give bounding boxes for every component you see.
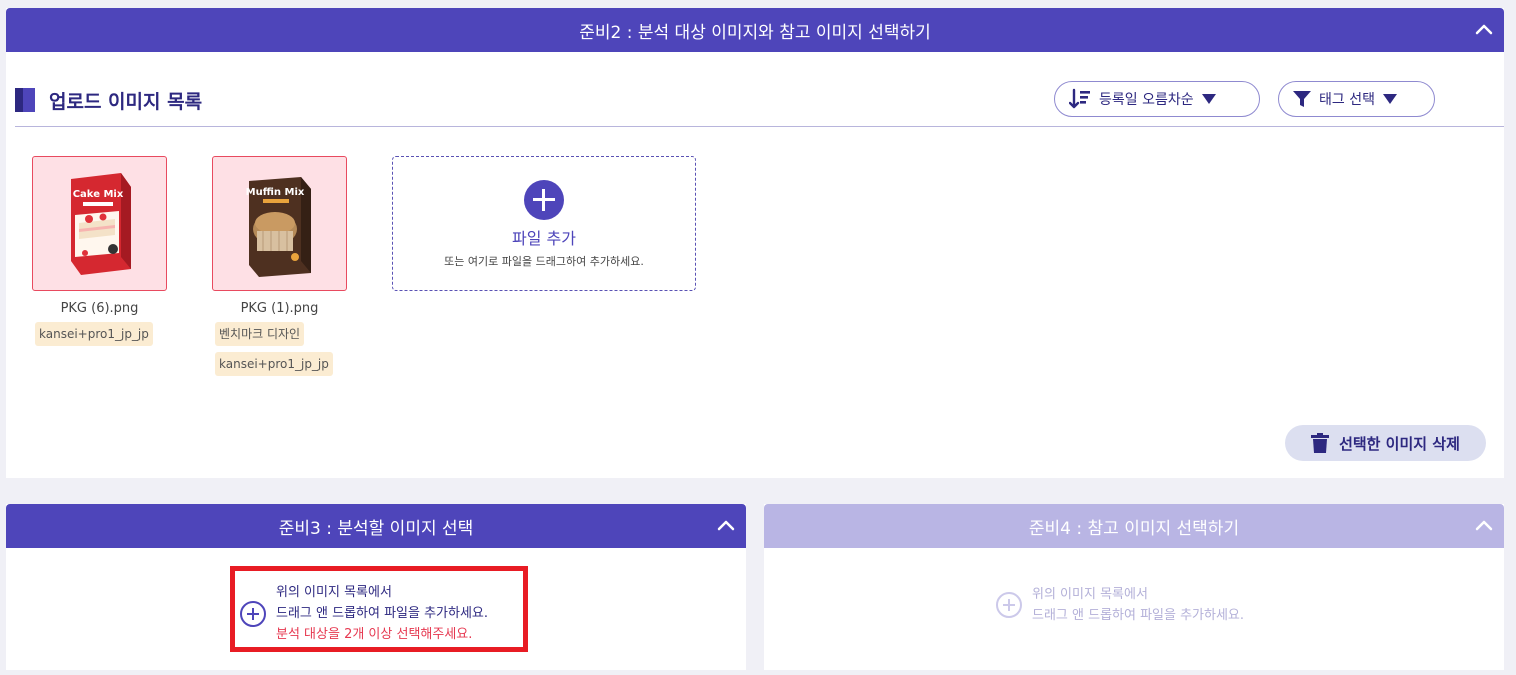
add-circle-icon bbox=[996, 592, 1022, 618]
caret-down-icon bbox=[1382, 94, 1397, 104]
hint-line: 드래그 앤 드롭하여 파일을 추가하세요. bbox=[276, 606, 489, 621]
tag-select-dropdown[interactable]: 태그 선택 bbox=[1278, 81, 1435, 117]
hint-line: 위의 이미지 목록에서 bbox=[1032, 587, 1148, 602]
add-circle-icon bbox=[240, 600, 266, 627]
panel3-title: 준비3 : 분석할 이미지 선택 bbox=[278, 518, 474, 539]
section-bar-icon bbox=[15, 88, 35, 112]
upload-panel: 준비2 : 분석 대상 이미지와 참고 이미지 선택하기 업로드 이미지 목록 … bbox=[6, 8, 1504, 478]
panel4-header[interactable]: 준비4 : 참고 이미지 선택하기 bbox=[764, 504, 1504, 548]
hint-line: 위의 이미지 목록에서 bbox=[276, 585, 392, 600]
filter-icon bbox=[1293, 91, 1311, 107]
image-thumbnail[interactable]: Muffin Mix bbox=[212, 156, 347, 291]
section-title-text: 업로드 이미지 목록 bbox=[49, 90, 203, 113]
image-filename: PKG (6).png bbox=[60, 301, 139, 316]
reference-drop-target[interactable]: 위의 이미지 목록에서 드래그 앤 드롭하여 파일을 추가하세요. bbox=[996, 584, 1244, 626]
product-label: Cake Mix bbox=[73, 189, 124, 200]
chevron-up-icon[interactable] bbox=[1474, 20, 1494, 40]
panel3-header[interactable]: 준비3 : 분석할 이미지 선택 bbox=[6, 504, 746, 548]
file-dropzone[interactable]: 파일 추가 또는 여기로 파일을 드래그하여 추가하세요. bbox=[392, 156, 696, 291]
trash-icon bbox=[1311, 433, 1330, 453]
sort-descending-icon bbox=[1069, 88, 1090, 109]
image-tag[interactable]: 벤치마크 디자인 bbox=[215, 322, 305, 346]
image-filename: PKG (1).png bbox=[240, 301, 319, 316]
warning-text: 분석 대상을 2개 이상 선택해주세요. bbox=[276, 627, 473, 642]
image-thumbnail[interactable]: Cake Mix bbox=[32, 156, 167, 291]
sort-dropdown[interactable]: 등록일 오름차순 bbox=[1054, 81, 1260, 117]
analysis-target-panel: 준비3 : 분석할 이미지 선택 위의 이미지 목록에서 드래그 앤 드롭하여 … bbox=[6, 504, 746, 670]
caret-down-icon bbox=[1201, 94, 1216, 104]
panel2-title: 준비2 : 분석 대상 이미지와 참고 이미지 선택하기 bbox=[579, 22, 931, 43]
delete-selected-label: 선택한 이미지 삭제 bbox=[1339, 434, 1460, 453]
delete-selected-button[interactable]: 선택한 이미지 삭제 bbox=[1285, 425, 1486, 461]
add-file-icon[interactable] bbox=[524, 180, 564, 220]
dropzone-hint: 또는 여기로 파일을 드래그하여 추가하세요. bbox=[444, 255, 644, 268]
reference-panel: 준비4 : 참고 이미지 선택하기 위의 이미지 목록에서 드래그 앤 드롭하여… bbox=[764, 504, 1504, 670]
panel2-header[interactable]: 준비2 : 분석 대상 이미지와 참고 이미지 선택하기 bbox=[6, 8, 1504, 52]
divider bbox=[15, 126, 1504, 127]
tag-select-label: 태그 선택 bbox=[1319, 92, 1375, 108]
chevron-up-icon[interactable] bbox=[716, 516, 736, 536]
image-tag[interactable]: kansei+pro1_jp_jp bbox=[215, 352, 333, 376]
panel4-title: 준비4 : 참고 이미지 선택하기 bbox=[1028, 518, 1240, 539]
chevron-up-icon[interactable] bbox=[1474, 516, 1494, 536]
cake-mix-box-image: Cake Mix bbox=[71, 173, 131, 275]
add-file-label: 파일 추가 bbox=[512, 229, 576, 248]
product-label: Muffin Mix bbox=[246, 187, 305, 198]
hint-line: 드래그 앤 드롭하여 파일을 추가하세요. bbox=[1032, 608, 1245, 623]
section-title: 업로드 이미지 목록 bbox=[15, 88, 203, 113]
analysis-drop-target[interactable]: 위의 이미지 목록에서 드래그 앤 드롭하여 파일을 추가하세요. 분석 대상을… bbox=[240, 582, 488, 645]
muffin-mix-box-image: Muffin Mix bbox=[246, 177, 311, 277]
image-tag[interactable]: kansei+pro1_jp_jp bbox=[35, 322, 153, 346]
sort-label: 등록일 오름차순 bbox=[1099, 92, 1194, 108]
